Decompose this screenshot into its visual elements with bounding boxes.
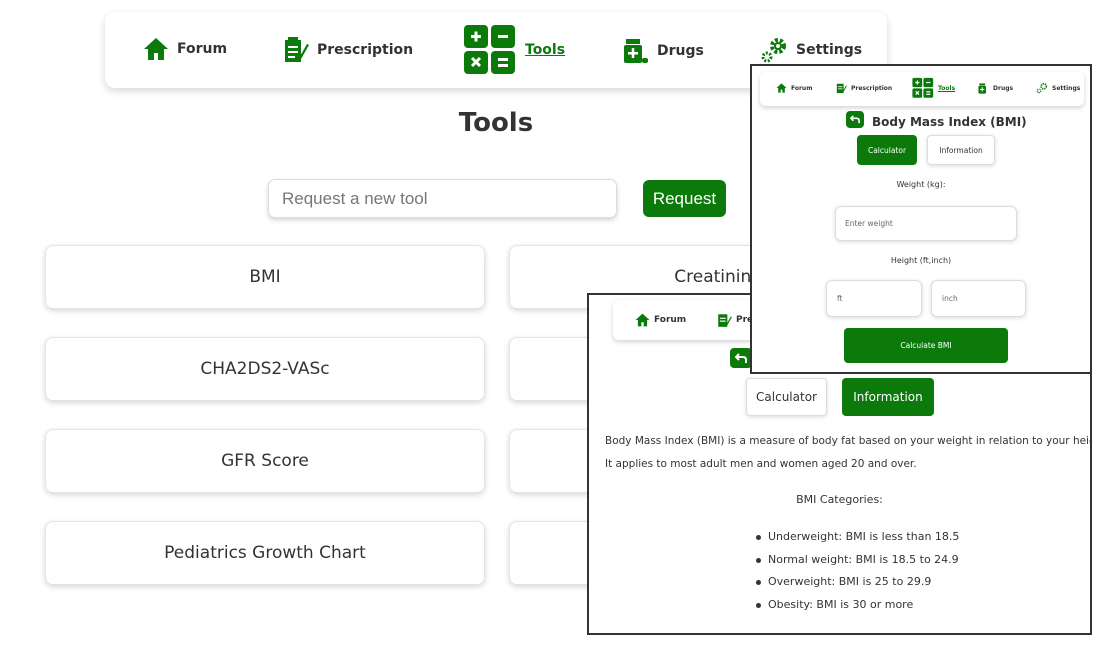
tab-label: Information [853, 390, 923, 404]
tab-label: Information [939, 145, 983, 155]
info-nav-forum[interactable]: Forum [635, 313, 686, 327]
back-arrow-icon [850, 115, 860, 124]
prescription-icon [285, 37, 309, 62]
prescription-icon [836, 83, 847, 94]
list-item: Overweight: BMI is 25 to 29.9 [755, 571, 959, 594]
calculate-bmi-button[interactable]: Calculate BMI [844, 328, 1008, 363]
info-tab-information[interactable]: Information [842, 378, 934, 416]
request-button[interactable]: Request [643, 180, 726, 217]
calculator-icon [912, 77, 934, 98]
height-ft-input[interactable]: ft [826, 280, 922, 317]
bmi-categories-title: BMI Categories: [796, 493, 883, 506]
calc-nav-drugs-label: Drugs [993, 85, 1014, 92]
calc-back-button[interactable] [846, 111, 864, 128]
info-tab-calculator[interactable]: Calculator [746, 378, 827, 416]
bmi-definition-line-2: It applies to most adult men and women a… [605, 458, 917, 470]
tool-card-cha2ds2-vasc[interactable]: CHA2DS2-VASc [45, 337, 485, 401]
nav-drugs-label: Drugs [657, 43, 704, 59]
calculator-icon [464, 25, 515, 74]
calc-panel-navbar: Forum Prescription Tools Drugs Settings [760, 72, 1084, 106]
calc-nav-forum[interactable]: Forum [776, 83, 812, 93]
weight-input[interactable]: Enter weight [835, 206, 1017, 241]
calc-nav-settings[interactable]: Settings [1036, 82, 1080, 94]
calc-title: Body Mass Index (BMI) [872, 115, 1027, 129]
nav-prescription-label: Prescription [317, 42, 414, 58]
height-inch-placeholder: inch [942, 294, 958, 303]
calc-nav-forum-label: Forum [791, 84, 813, 92]
list-item: Obesity: BMI is 30 or more [755, 594, 959, 617]
gears-icon [761, 38, 786, 63]
bmi-calculator-panel: Forum Prescription Tools Drugs Settings … [750, 64, 1092, 374]
tab-label: Calculator [756, 390, 817, 404]
tool-card-gfr-score[interactable]: GFR Score [45, 429, 485, 493]
calc-tab-calculator[interactable]: Calculator [857, 135, 917, 165]
home-icon [776, 83, 787, 93]
nav-forum[interactable]: Forum [143, 37, 227, 61]
height-ft-placeholder: ft [837, 294, 843, 303]
nav-tools[interactable]: Tools [463, 24, 565, 76]
calc-nav-drugs[interactable]: Drugs [978, 83, 1013, 94]
back-arrow-icon [735, 352, 747, 363]
list-item: Underweight: BMI is less than 18.5 [755, 526, 959, 549]
info-back-button[interactable] [730, 348, 752, 368]
tool-card-bmi[interactable]: BMI [45, 245, 485, 309]
calc-nav-prescription-label: Prescription [851, 84, 893, 92]
height-inch-input[interactable]: inch [931, 280, 1026, 317]
weight-label: Weight (kg): [896, 180, 946, 189]
home-icon [144, 38, 168, 60]
nav-settings[interactable]: Settings [760, 36, 862, 64]
nav-settings-label: Settings [796, 42, 863, 58]
calc-nav-settings-label: Settings [1052, 84, 1081, 92]
calc-nav-tools[interactable]: Tools [912, 77, 955, 99]
drugs-icon [978, 83, 987, 94]
nav-prescription[interactable]: Prescription [283, 36, 413, 64]
nav-drugs[interactable]: Drugs [623, 38, 704, 64]
calc-nav-tools-label: Tools [938, 84, 956, 92]
tool-card-label: Pediatrics Growth Chart [164, 543, 366, 563]
tool-card-pediatrics-growth-chart[interactable]: Pediatrics Growth Chart [45, 521, 485, 585]
list-item: Normal weight: BMI is 18.5 to 24.9 [755, 549, 959, 572]
tab-label: Calculator [867, 145, 907, 155]
nav-tools-label: Tools [525, 42, 566, 58]
calc-tab-information[interactable]: Information [927, 135, 995, 165]
request-tool-input[interactable] [268, 179, 617, 218]
bmi-categories-list: Underweight: BMI is less than 18.5 Norma… [755, 526, 959, 617]
prescription-icon [718, 314, 732, 327]
nav-forum-label: Forum [177, 41, 228, 57]
tool-card-label: GFR Score [221, 451, 309, 471]
calc-nav-prescription[interactable]: Prescription [836, 82, 892, 94]
tool-card-label: CHA2DS2-VASc [200, 359, 330, 379]
info-nav-forum-label: Forum [654, 315, 687, 325]
home-icon [635, 313, 650, 327]
gears-icon [1036, 82, 1048, 94]
drugs-icon [624, 39, 648, 63]
tool-card-label: BMI [249, 267, 281, 287]
weight-input-placeholder: Enter weight [845, 219, 893, 228]
bmi-definition-line-1: Body Mass Index (BMI) is a measure of bo… [605, 435, 1092, 447]
height-label: Height (ft,inch) [890, 256, 952, 265]
calculate-bmi-label: Calculate BMI [900, 341, 952, 350]
